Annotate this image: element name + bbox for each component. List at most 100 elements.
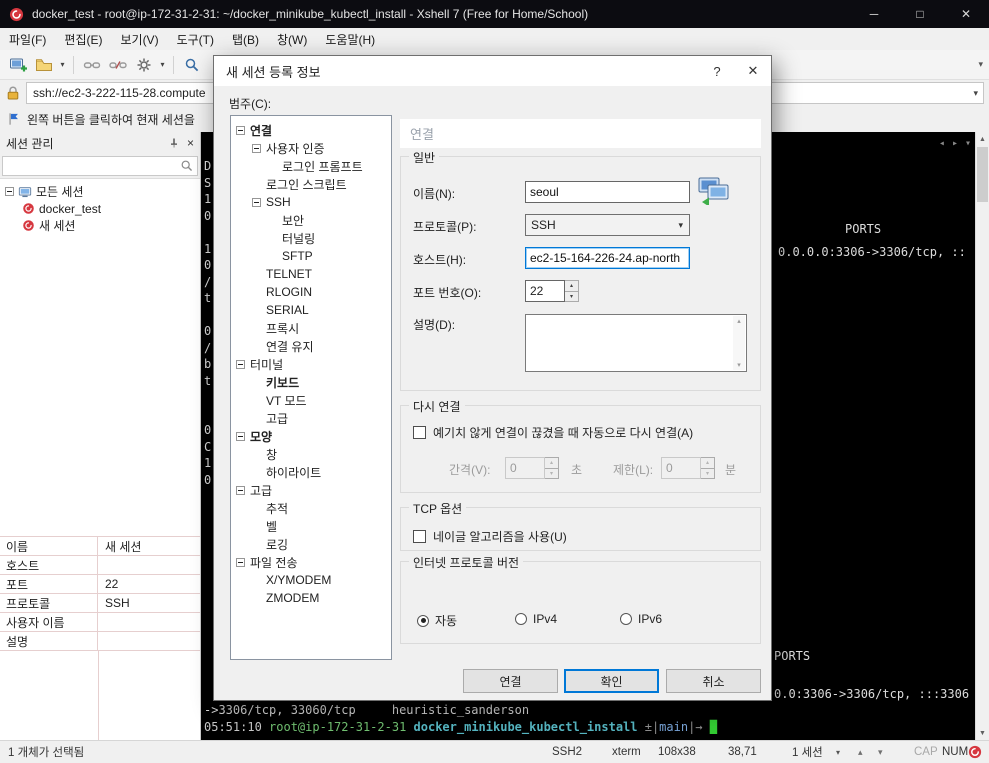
dialog-tree-item[interactable]: 파일 전송 [231, 553, 391, 571]
tree-expander-icon[interactable] [5, 187, 14, 196]
disconnect-button[interactable] [105, 52, 131, 78]
tab-list-icon[interactable] [965, 138, 971, 149]
settings-caret-icon[interactable] [157, 60, 168, 69]
pin-icon[interactable] [168, 137, 180, 149]
tab-scroll-left-icon[interactable] [939, 138, 945, 149]
tree-expander-icon[interactable] [236, 125, 245, 135]
session-tree-item[interactable]: 모든 세션 [2, 183, 200, 200]
menu-item[interactable]: 탭(B) [223, 28, 268, 50]
dialog-tree-item[interactable]: ZMODEM [231, 589, 391, 607]
reconnect-button[interactable] [79, 52, 105, 78]
dialog-tree-item[interactable]: 로깅 [231, 535, 391, 553]
scrollbar-thumb[interactable] [977, 147, 988, 202]
dialog-tree-label: ZMODEM [266, 591, 320, 605]
dialog-tree-item[interactable]: 모양 [231, 427, 391, 445]
dialog-tree-item[interactable]: X/YMODEM [231, 571, 391, 589]
dialog-tree-item[interactable]: SERIAL [231, 301, 391, 319]
protocol-select[interactable]: SSH [525, 214, 690, 236]
session-count-status[interactable]: 1 세션 [792, 741, 823, 763]
cancel-button[interactable]: 취소 [666, 669, 761, 693]
tab-scroll-controls[interactable] [939, 138, 971, 149]
session-count-caret-icon[interactable] [836, 741, 840, 763]
textarea-scrollbar[interactable] [733, 316, 745, 370]
spin-up-icon[interactable] [565, 280, 579, 292]
status-up-icon[interactable] [858, 741, 863, 763]
port-spinner[interactable]: 22 [525, 280, 579, 302]
minimize-button[interactable]: ─ [851, 0, 897, 28]
ok-button[interactable]: 확인 [564, 669, 659, 693]
port-value[interactable]: 22 [525, 280, 565, 302]
host-input[interactable]: ec2-15-164-226-24.ap-north [525, 247, 690, 269]
dialog-tree-item[interactable]: 연결 [231, 121, 391, 139]
open-session-caret-icon[interactable] [57, 60, 68, 69]
tree-expander-icon[interactable] [252, 143, 261, 153]
tree-expander-icon[interactable] [236, 485, 245, 495]
menu-item[interactable]: 도움말(H) [316, 28, 384, 50]
connect-button[interactable]: 연결 [463, 669, 558, 693]
tree-expander-icon[interactable] [252, 197, 261, 207]
dialog-tree-item[interactable]: 로그인 프롬프트 [231, 157, 391, 175]
menu-item[interactable]: 창(W) [268, 28, 316, 50]
dialog-tree-item[interactable]: 터미널 [231, 355, 391, 373]
dialog-tree-item[interactable]: 고급 [231, 409, 391, 427]
dialog-tree-item[interactable]: 창 [231, 445, 391, 463]
dialog-tree-item[interactable]: 하이라이트 [231, 463, 391, 481]
new-session-button[interactable] [5, 52, 31, 78]
menu-item[interactable]: 편집(E) [55, 28, 111, 50]
dialog-tree-label: 창 [266, 447, 278, 462]
scrollbar-down-icon[interactable] [976, 726, 989, 740]
menu-bar: 파일(F) 편집(E) 보기(V) 도구(T) 탭(B) 창(W) 도움말(H) [0, 28, 989, 50]
dialog-tree-item[interactable]: 벨 [231, 517, 391, 535]
dialog-tree-item[interactable]: 키보드 [231, 373, 391, 391]
dialog-tree-item[interactable]: 고급 [231, 481, 391, 499]
description-textarea[interactable] [525, 314, 747, 372]
terminal-scrollbar[interactable] [975, 132, 989, 740]
auto-reconnect-checkbox[interactable] [413, 426, 426, 439]
dialog-tree-item[interactable]: 연결 유지 [231, 337, 391, 355]
dialog-tree-label: 추적 [266, 501, 289, 516]
dialog-tree-item[interactable]: 터널링 [231, 229, 391, 247]
maximize-button[interactable]: □ [897, 0, 943, 28]
dialog-tree-item[interactable]: SFTP [231, 247, 391, 265]
ip-version-radio[interactable]: IPv6 [620, 612, 662, 626]
menu-item[interactable]: 보기(V) [111, 28, 167, 50]
dialog-tree-item[interactable]: VT 모드 [231, 391, 391, 409]
dialog-tree-item[interactable]: RLOGIN [231, 283, 391, 301]
terminal-text-fragment: 0.0.0.0:3306->3306/tcp, :: [778, 245, 966, 259]
find-button[interactable] [179, 52, 205, 78]
panel-close-icon[interactable]: × [187, 137, 194, 149]
session-tree-item[interactable]: 새 세션 [2, 217, 200, 234]
toolbar-overflow-icon[interactable] [978, 59, 983, 70]
tree-expander-icon[interactable] [236, 431, 245, 441]
dialog-tree-item[interactable]: 사용자 인증 [231, 139, 391, 157]
session-icon [22, 202, 35, 215]
open-session-button[interactable] [31, 52, 57, 78]
tree-expander-icon[interactable] [236, 359, 245, 369]
ip-version-radio[interactable]: IPv4 [515, 612, 557, 626]
dialog-close-button[interactable]: ✕ [735, 56, 771, 86]
dialog-tree-item[interactable]: 보안 [231, 211, 391, 229]
menu-item[interactable]: 파일(F) [0, 28, 55, 50]
session-search-input[interactable] [2, 156, 198, 176]
tab-scroll-right-icon[interactable] [952, 138, 958, 149]
dialog-tree-item[interactable]: 추적 [231, 499, 391, 517]
name-input[interactable]: seoul [525, 181, 690, 203]
scrollbar-up-icon[interactable] [976, 132, 989, 146]
session-tree-item[interactable]: docker_test [2, 200, 200, 217]
spin-down-icon[interactable] [565, 291, 579, 302]
address-dropdown-icon[interactable] [973, 88, 978, 99]
status-down-icon[interactable] [878, 741, 883, 763]
dialog-tree-item[interactable]: 로그인 스크립트 [231, 175, 391, 193]
nagle-checkbox[interactable] [413, 530, 426, 543]
dialog-tree-item[interactable]: TELNET [231, 265, 391, 283]
dialog-help-button[interactable]: ? [699, 56, 735, 86]
settings-button[interactable] [131, 52, 157, 78]
protocol-status: SSH2 [552, 746, 583, 758]
dialog-tree-item[interactable]: SSH [231, 193, 391, 211]
menu-item[interactable]: 도구(T) [168, 28, 223, 50]
tree-expander-icon[interactable] [236, 557, 245, 567]
dialog-tree-item[interactable]: 프록시 [231, 319, 391, 337]
close-button[interactable]: ✕ [943, 0, 989, 28]
dialog-tree-label: TELNET [266, 267, 313, 281]
ip-version-radio[interactable]: 자동 [417, 612, 457, 629]
